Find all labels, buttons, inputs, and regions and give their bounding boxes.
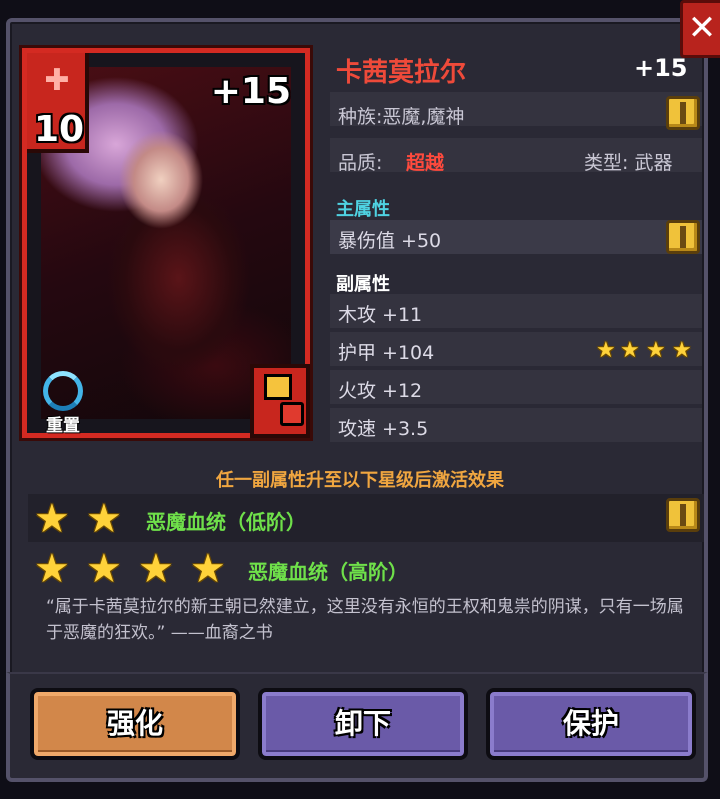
star-icon: ★ [86, 496, 122, 542]
card-level-tab: ✚ 10 [27, 53, 89, 153]
sub-attr-value: 护甲 +104 [338, 342, 435, 364]
sub-attr-value: 攻速 +3.5 [338, 418, 429, 440]
item-name: 卡茜莫拉尔 [336, 58, 467, 88]
star-icon: ★ [34, 496, 70, 542]
star-icon: ★ [86, 546, 122, 592]
quality-value: 超越 [406, 152, 445, 174]
effect-info-button[interactable] [666, 498, 700, 532]
star-icon: ★ [138, 546, 174, 592]
race-info-button[interactable] [666, 96, 700, 130]
item-card: ✚ 10 +15 重置 [22, 48, 310, 438]
effect-name-low: 恶魔血统（低阶） [146, 510, 306, 534]
main-attr-info-button[interactable] [666, 220, 700, 254]
star-icon: ★ [672, 338, 692, 363]
unequip-button[interactable]: 卸下 [258, 688, 468, 760]
card-corner-badge [250, 364, 310, 438]
close-icon: ✕ [687, 8, 717, 48]
star-icon: ★ [34, 546, 70, 592]
effect-name-high: 恶魔血统（高阶） [248, 560, 408, 584]
sub-attr-value: 木攻 +11 [338, 304, 423, 326]
enhance-level: +15 [634, 54, 688, 82]
protect-button[interactable]: 保护 [486, 688, 696, 760]
race-text: 种族:恶魔,魔神 [338, 106, 465, 128]
effect-row-low [28, 494, 704, 542]
quality-label: 品质: [338, 152, 383, 174]
enhance-button[interactable]: 强化 [30, 688, 240, 760]
info-icon [680, 102, 686, 124]
star-icon: ★ [646, 338, 666, 363]
card-enhance-level: +15 [210, 71, 291, 112]
type-text: 类型: 武器 [584, 152, 673, 174]
set-effect-title: 任一副属性升至以下星级后激活效果 [216, 470, 504, 491]
main-attr-value: 暴伤值 +50 [338, 230, 442, 252]
info-icon [680, 504, 686, 526]
reset-button[interactable]: 重置 [35, 371, 91, 436]
star-icon: ★ [620, 338, 640, 363]
close-button[interactable]: ✕ [680, 0, 720, 58]
card-level: 10 [33, 109, 85, 150]
sword-icon: ✚ [44, 63, 70, 98]
refresh-icon [43, 371, 83, 411]
info-icon [680, 226, 686, 248]
sub-attr-title: 副属性 [336, 274, 390, 295]
reset-label: 重置 [46, 416, 80, 436]
star-icon: ★ [596, 338, 616, 363]
cat-face-icon [264, 374, 292, 400]
gear-icon [280, 402, 304, 426]
flavor-text: “属于卡茜莫拉尔的新王朝已然建立，这里没有永恒的王权和鬼祟的阴谋，只有一场属于恶… [46, 597, 684, 643]
main-attr-title: 主属性 [336, 199, 390, 220]
sub-attr-value: 火攻 +12 [338, 380, 423, 402]
star-icon: ★ [190, 546, 226, 592]
